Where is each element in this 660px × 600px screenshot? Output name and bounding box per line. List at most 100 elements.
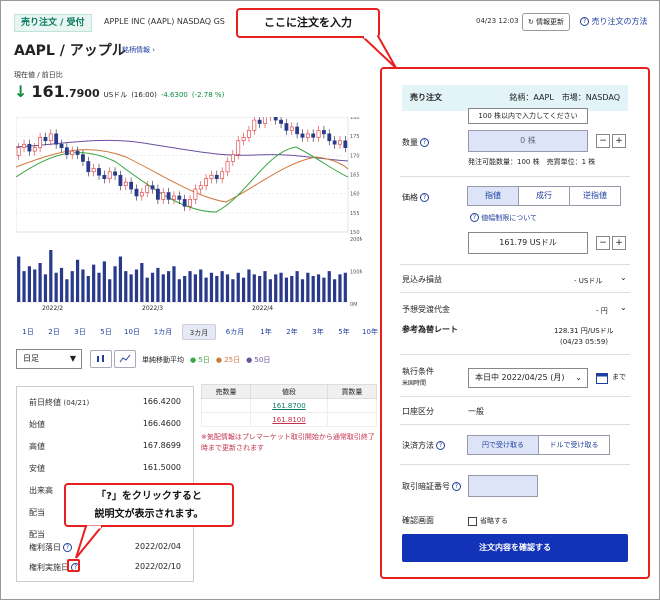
tab-5y[interactable]: 5年	[332, 324, 356, 340]
ma5-legend[interactable]: ● 5日	[190, 355, 210, 365]
candle-body	[32, 147, 37, 152]
tab-2y[interactable]: 2年	[280, 324, 304, 340]
stock-info-link[interactable]: 銘柄情報 ›	[122, 45, 155, 55]
skip-confirm-checkbox[interactable]: 省略する	[468, 516, 508, 526]
volume-bar	[65, 279, 69, 302]
tab-10y[interactable]: 10年	[358, 324, 382, 340]
stop-order-tab[interactable]: 逆指値	[569, 186, 621, 206]
candle-body	[279, 119, 283, 124]
settle-yen-tab[interactable]: 円で受け取る	[467, 435, 539, 455]
candle-body	[198, 185, 203, 190]
quote-price-link[interactable]: 161.8700	[272, 402, 305, 410]
calendar-icon[interactable]	[596, 369, 608, 388]
tab-5d[interactable]: 5日	[94, 324, 118, 340]
tab-3d[interactable]: 3日	[68, 324, 92, 340]
help-icon[interactable]: ?	[420, 138, 429, 147]
ma50-legend[interactable]: ● 50日	[246, 355, 270, 365]
volume-bar	[241, 277, 246, 302]
volume-bar	[97, 272, 101, 302]
trading-pin-input[interactable]	[468, 475, 538, 497]
volume-bar	[156, 267, 160, 302]
tab-2d[interactable]: 2日	[42, 324, 66, 340]
candle-body	[107, 171, 112, 180]
limit-order-tab[interactable]: 指値	[467, 186, 519, 206]
divider	[400, 264, 630, 265]
volume-bar	[300, 279, 305, 302]
volume-bar	[167, 271, 171, 302]
volume-bar	[306, 272, 310, 302]
volume-bar	[108, 279, 112, 302]
cond-sub: 米国時間	[402, 380, 427, 387]
volume-bar	[327, 271, 331, 302]
volume-bar	[274, 274, 278, 302]
price-input[interactable]: 161.79 USドル	[468, 232, 588, 254]
chevron-down-icon[interactable]: ⌄	[620, 273, 627, 282]
settle-usd-tab[interactable]: ドルで受け取る	[538, 435, 610, 455]
divider	[400, 464, 630, 465]
volume-bar	[225, 274, 230, 302]
help-link[interactable]: ? 売り注文の方法	[578, 16, 648, 27]
volume-bar	[43, 274, 48, 302]
volume-bar	[236, 272, 240, 302]
market-order-tab[interactable]: 成行	[518, 186, 570, 206]
tab-1m[interactable]: 1カ月	[146, 324, 180, 340]
candle-body	[172, 195, 176, 200]
help-icon[interactable]: ?	[420, 193, 429, 202]
price-plus-button[interactable]: +	[612, 236, 626, 250]
y-tick-label: 175	[350, 134, 360, 140]
volume-bar	[295, 271, 299, 302]
help-icon: ?	[580, 17, 589, 26]
candle-body	[204, 178, 209, 186]
candle-body	[236, 140, 241, 155]
callout-order-input: ここに注文を入力	[236, 8, 380, 38]
candle-body	[118, 174, 123, 186]
stat-row: 前日終値 (04/21) 166.4200	[29, 397, 181, 407]
price-limit-link[interactable]: ? 値幅制限について	[468, 213, 537, 223]
quote-price-link[interactable]: 161.8100	[272, 416, 305, 424]
tab-3y[interactable]: 3年	[306, 324, 330, 340]
volume-bar	[220, 271, 224, 302]
interval-select[interactable]: 日足 ▼	[16, 349, 82, 369]
candle-body	[220, 171, 225, 180]
candle-chart-button[interactable]	[90, 350, 112, 368]
y-tick-label: 160	[350, 192, 360, 198]
tab-1d[interactable]: 1日	[16, 324, 40, 340]
candle-body	[193, 188, 198, 200]
volume-bar	[252, 274, 256, 302]
callout-help-hint: 「?」をクリックすると 説明文が表示されます。	[64, 483, 234, 527]
line-chart-button[interactable]	[114, 350, 136, 368]
divider	[400, 176, 630, 177]
candle-body	[214, 174, 219, 180]
help-icon[interactable]: ?	[63, 543, 72, 552]
candle-body	[113, 171, 117, 176]
qty-minus-button[interactable]: −	[596, 134, 610, 148]
help-icon[interactable]: ?	[436, 441, 445, 450]
tab-3m[interactable]: 3カ月	[182, 324, 216, 340]
condition-select[interactable]: 本日中 2022/04/25 (月) ⌄	[468, 368, 588, 388]
quantity-input[interactable]: 0 株	[468, 130, 588, 152]
help-icon[interactable]: ?	[452, 482, 461, 491]
stat-row: 安値 161.5000	[29, 463, 181, 473]
divider	[400, 292, 630, 293]
volume-bar	[75, 259, 80, 302]
confirm-order-button[interactable]: 注文内容を確認する	[402, 534, 628, 562]
chevron-down-icon[interactable]: ⌄	[620, 303, 627, 312]
candle-body	[139, 192, 144, 197]
volume-bar	[134, 269, 139, 302]
table-row: 161.8700	[200, 398, 378, 413]
tab-10d[interactable]: 10日	[120, 324, 144, 340]
volume-tick-label: 0M	[350, 302, 358, 307]
candle-body	[295, 126, 300, 135]
volume-tick-label: 100M	[350, 270, 362, 276]
volume-bar	[145, 277, 149, 302]
candle-body	[209, 174, 214, 180]
tab-6m[interactable]: 6カ月	[218, 324, 252, 340]
refresh-button[interactable]: ↻ 情報更新	[522, 13, 570, 31]
volume-bar	[209, 272, 214, 302]
price-type-tabs: 指値 成行 逆指値	[467, 186, 621, 206]
x-tick-2: 2022/3	[142, 305, 164, 312]
ma25-legend[interactable]: ● 25日	[216, 355, 240, 365]
price-minus-button[interactable]: −	[596, 236, 610, 250]
qty-plus-button[interactable]: +	[612, 134, 626, 148]
tab-1y[interactable]: 1年	[254, 324, 278, 340]
